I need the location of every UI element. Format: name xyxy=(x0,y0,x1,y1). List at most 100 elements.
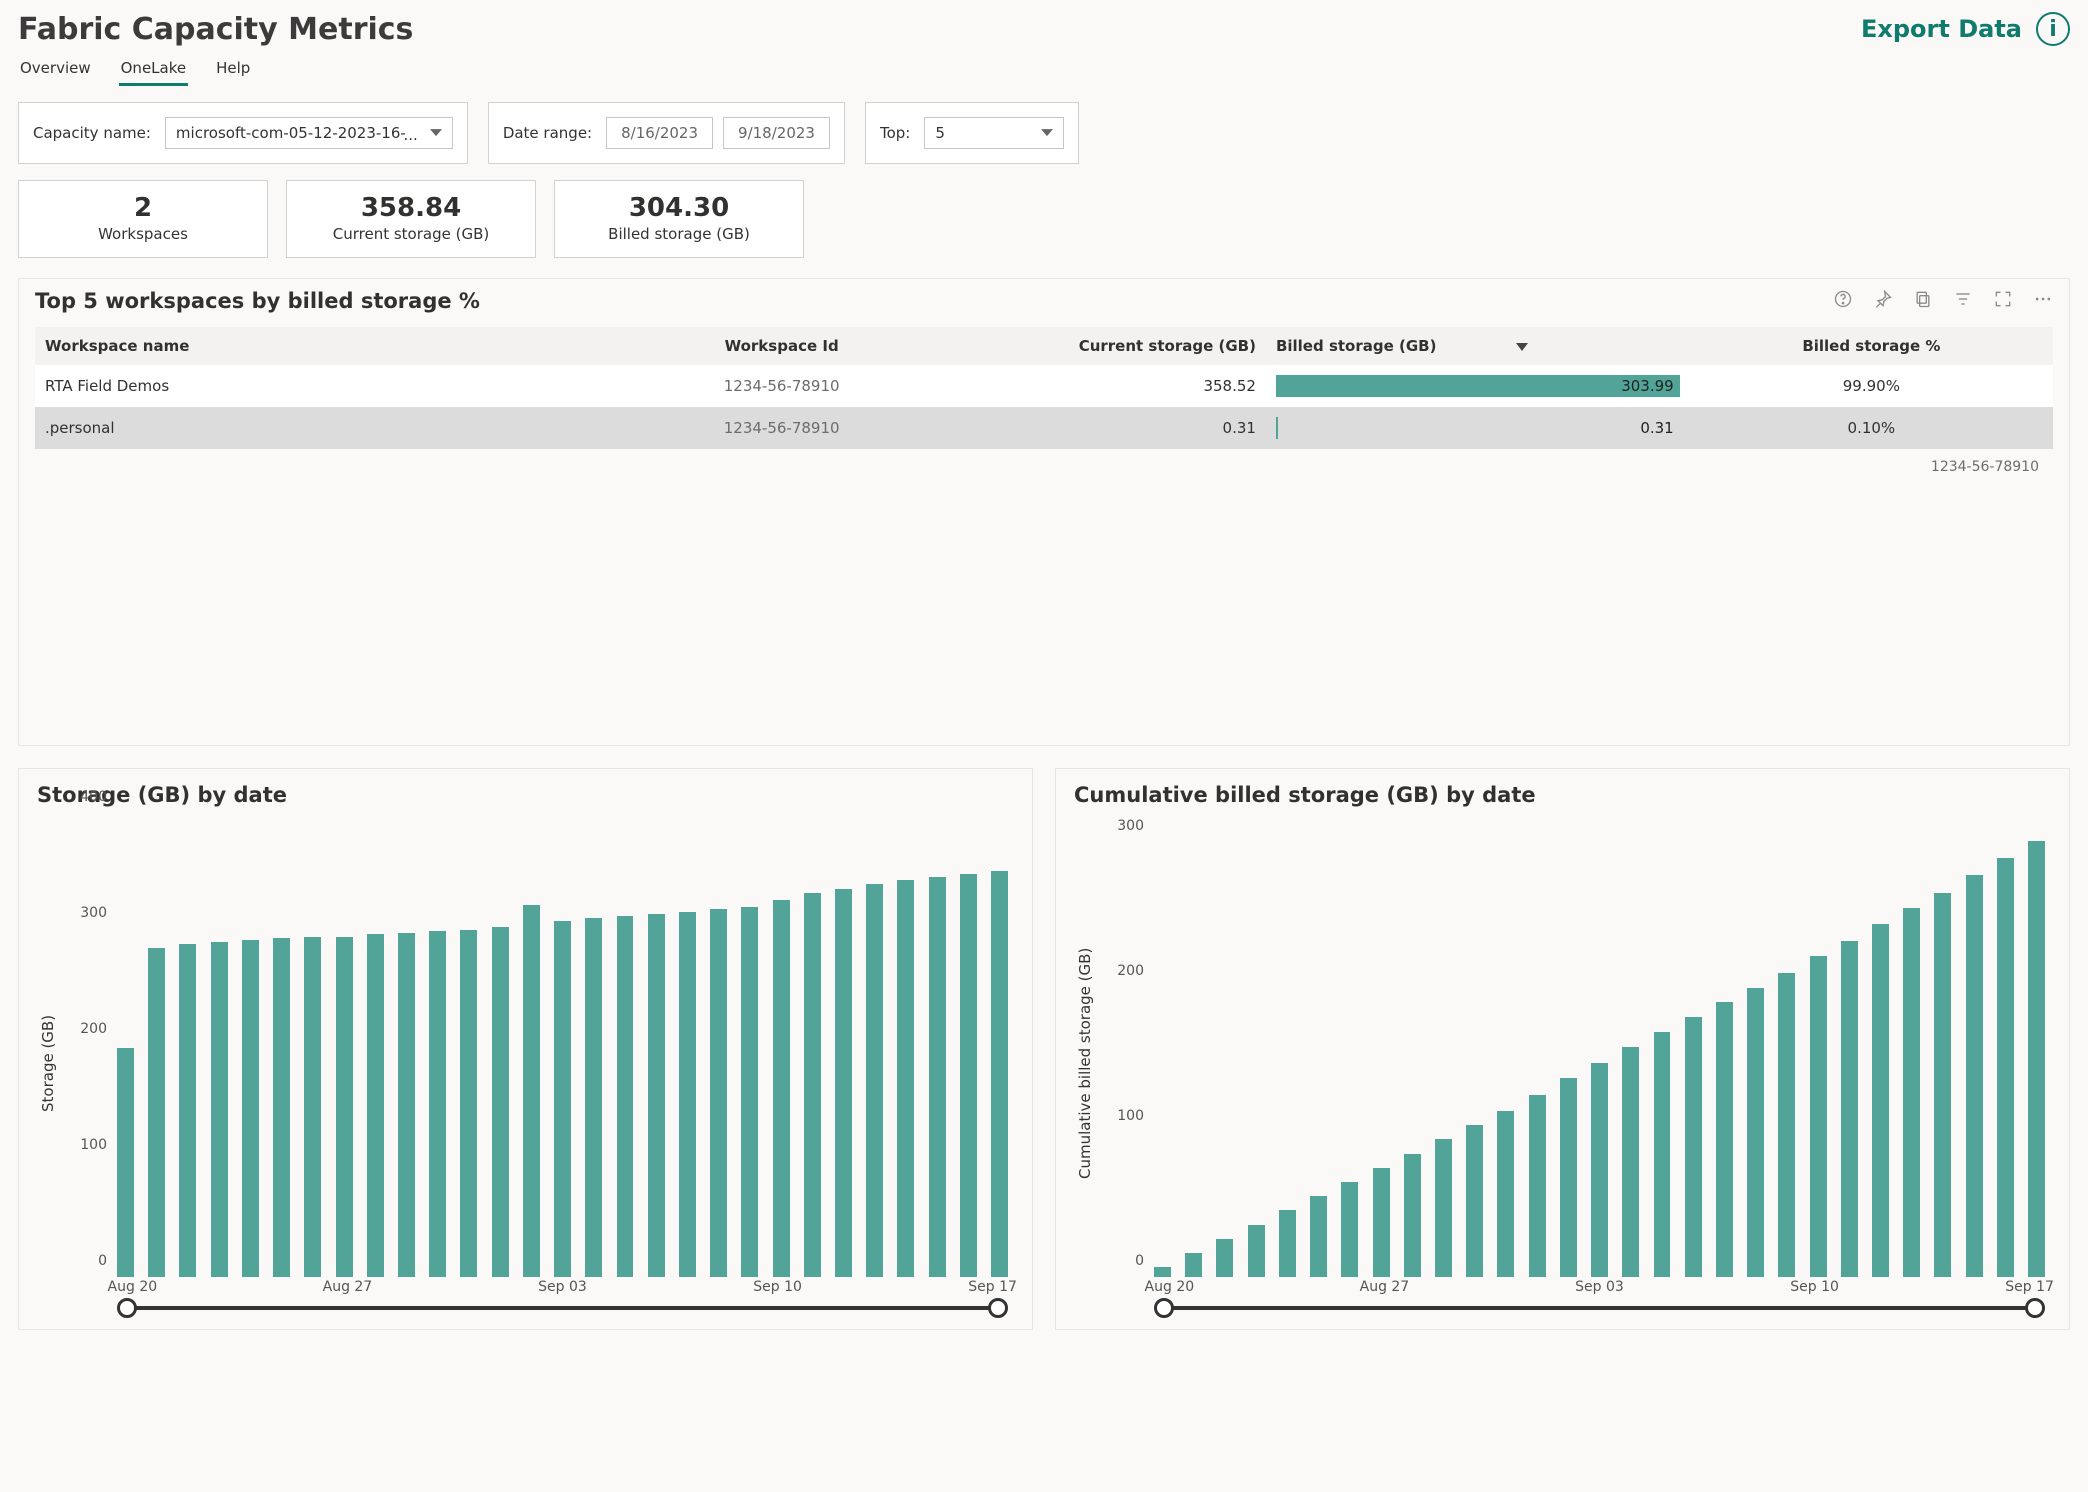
chart-title: Cumulative billed storage (GB) by date xyxy=(1074,783,2051,807)
chart-bar[interactable] xyxy=(1654,1032,1671,1277)
slider-thumb-right[interactable] xyxy=(2025,1298,2045,1318)
chart-bar[interactable] xyxy=(211,942,228,1277)
capacity-filter-label: Capacity name: xyxy=(33,124,151,142)
kpi-value: 304.30 xyxy=(567,193,791,223)
chart-bar[interactable] xyxy=(1185,1253,1202,1277)
chart-bar[interactable] xyxy=(398,933,415,1277)
chart-bar[interactable] xyxy=(1591,1063,1608,1277)
chart-bar[interactable] xyxy=(1310,1196,1327,1277)
chart-bar[interactable] xyxy=(1934,893,1951,1277)
help-icon[interactable] xyxy=(1833,289,1853,313)
tab-overview[interactable]: Overview xyxy=(18,53,93,86)
chart-bar[interactable] xyxy=(835,889,852,1277)
chart-bar[interactable] xyxy=(804,893,821,1277)
chart-bar[interactable] xyxy=(1529,1095,1546,1277)
workspace-table-title: Top 5 workspaces by billed storage % xyxy=(35,289,480,313)
chart-bar[interactable] xyxy=(2028,841,2045,1277)
chart-bar[interactable] xyxy=(1841,941,1858,1277)
capacity-select[interactable]: microsoft-com-05-12-2023-16- ... xyxy=(165,117,453,149)
chart-bar[interactable] xyxy=(1404,1154,1421,1277)
kpi-row: 2 Workspaces358.84 Current storage (GB)3… xyxy=(18,180,2070,258)
chart-bar[interactable] xyxy=(741,907,758,1277)
col-billed-pct[interactable]: Billed storage % xyxy=(1690,327,2053,365)
chart-bar[interactable] xyxy=(554,921,571,1277)
more-icon[interactable] xyxy=(2033,289,2053,313)
chart-bar[interactable] xyxy=(492,927,509,1277)
chevron-down-icon xyxy=(1041,129,1053,136)
tab-onelake[interactable]: OneLake xyxy=(119,53,188,86)
chart-bar[interactable] xyxy=(1778,973,1795,1277)
slider-thumb-left[interactable] xyxy=(1154,1298,1174,1318)
chart-bar[interactable] xyxy=(1373,1168,1390,1277)
date-range-card: Date range: 8/16/2023 9/18/2023 xyxy=(488,102,845,164)
chart-bar[interactable] xyxy=(1216,1239,1233,1277)
chart-bar[interactable] xyxy=(866,884,883,1277)
copy-icon[interactable] xyxy=(1913,289,1933,313)
chart-bar[interactable] xyxy=(1997,858,2014,1277)
chart-bar[interactable] xyxy=(617,916,634,1277)
chart-bar[interactable] xyxy=(991,871,1008,1277)
chart-bar[interactable] xyxy=(710,909,727,1277)
chart-bar[interactable] xyxy=(1872,924,1889,1277)
chart-bar[interactable] xyxy=(1560,1078,1577,1277)
export-data-label: Export Data xyxy=(1861,15,2022,43)
chart-bar[interactable] xyxy=(648,914,665,1277)
chart-bar[interactable] xyxy=(1685,1017,1702,1277)
chart-bar[interactable] xyxy=(304,937,321,1278)
info-icon[interactable]: i xyxy=(2036,12,2070,46)
chart-bar[interactable] xyxy=(679,912,696,1277)
chart-bar[interactable] xyxy=(960,874,977,1277)
chart-bar[interactable] xyxy=(1716,1002,1733,1277)
top-select[interactable]: 5 xyxy=(924,117,1064,149)
chart-bar[interactable] xyxy=(242,940,259,1277)
chart-bar[interactable] xyxy=(1341,1182,1358,1277)
chart-bar[interactable] xyxy=(1435,1139,1452,1277)
export-data-button[interactable]: Export Data i xyxy=(1861,12,2070,46)
chart-bar[interactable] xyxy=(1966,875,1983,1277)
chart-bar[interactable] xyxy=(148,948,165,1277)
chart-bar[interactable] xyxy=(429,931,446,1277)
tab-help[interactable]: Help xyxy=(214,53,252,86)
table-footer-id: 1234-56-78910 xyxy=(19,449,2069,485)
chart-bar[interactable] xyxy=(1810,956,1827,1277)
chart-bar[interactable] xyxy=(179,944,196,1277)
table-row[interactable]: .personal 1234-56-78910 0.31 0.31 0.10% xyxy=(35,407,2053,449)
col-workspace-name[interactable]: Workspace name xyxy=(35,327,600,365)
slider-thumb-left[interactable] xyxy=(117,1298,137,1318)
capacity-select-value: microsoft-com-05-12-2023-16- xyxy=(176,124,406,142)
chart-range-slider[interactable] xyxy=(1164,1295,2035,1321)
chart-bar[interactable] xyxy=(1154,1267,1171,1277)
chart-bar[interactable] xyxy=(897,880,914,1277)
chart-bar[interactable] xyxy=(523,905,540,1277)
cumulative-billed-chart: Cumulative billed storage (GB) by date C… xyxy=(1055,768,2070,1330)
chart-bar[interactable] xyxy=(367,934,384,1277)
table-row[interactable]: RTA Field Demos 1234-56-78910 358.52 303… xyxy=(35,365,2053,407)
col-billed-storage[interactable]: Billed storage (GB) xyxy=(1266,327,1690,365)
col-current-storage[interactable]: Current storage (GB) xyxy=(963,327,1266,365)
chart-bar[interactable] xyxy=(929,877,946,1277)
slider-thumb-right[interactable] xyxy=(988,1298,1008,1318)
chart-bar[interactable] xyxy=(1903,908,1920,1277)
chart-bar[interactable] xyxy=(1622,1047,1639,1277)
chart-y-label: Cumulative billed storage (GB) xyxy=(1074,813,1094,1313)
chart-bar[interactable] xyxy=(336,937,353,1278)
col-workspace-id[interactable]: Workspace Id xyxy=(600,327,963,365)
chart-bar[interactable] xyxy=(1497,1111,1514,1277)
chart-range-slider[interactable] xyxy=(127,1295,998,1321)
focus-mode-icon[interactable] xyxy=(1993,289,2013,313)
chart-bar[interactable] xyxy=(773,900,790,1277)
chart-bar[interactable] xyxy=(1279,1210,1296,1277)
cell-workspace-name: .personal xyxy=(35,407,600,449)
chart-bars xyxy=(1154,823,2045,1277)
chart-bar[interactable] xyxy=(460,930,477,1277)
date-start-input[interactable]: 8/16/2023 xyxy=(606,117,713,149)
chart-bar[interactable] xyxy=(273,938,290,1277)
chart-bar[interactable] xyxy=(1747,988,1764,1277)
chart-bar[interactable] xyxy=(585,918,602,1277)
date-end-input[interactable]: 9/18/2023 xyxy=(723,117,830,149)
pin-icon[interactable] xyxy=(1873,289,1893,313)
chart-bar[interactable] xyxy=(1248,1225,1265,1277)
chart-bar[interactable] xyxy=(1466,1125,1483,1277)
filter-icon[interactable] xyxy=(1953,289,1973,313)
chart-bar[interactable] xyxy=(117,1048,134,1277)
